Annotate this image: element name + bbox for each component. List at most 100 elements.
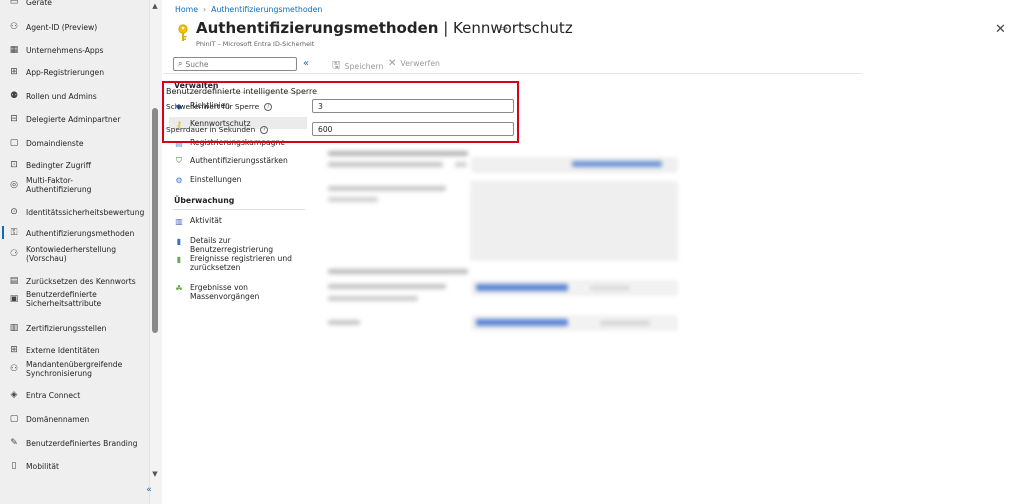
menu-item-shield[interactable]: ⛉ Authentifizierungsstärken xyxy=(169,154,307,166)
events-icon: ▮ xyxy=(176,254,182,264)
nav-item-mobility[interactable]: ▯ Mobilität xyxy=(0,460,150,472)
scroll-up-icon[interactable]: ▲ xyxy=(151,2,159,10)
nav-item-auth-methods[interactable]: ⚿ Authentifizierungsmethoden xyxy=(0,227,150,239)
nav-item-label: App-Registrierungen xyxy=(26,67,105,77)
breadcrumb-home[interactable]: Home xyxy=(175,5,198,14)
nav-item-conditional-access[interactable]: ⊡ Bedingter Zugriff xyxy=(0,159,150,171)
nav-item-label: Benutzerdefiniertes Branding xyxy=(26,438,138,448)
nav-item-password-reset[interactable]: ▤ Zurücksetzen des Kennworts xyxy=(0,275,150,287)
breadcrumb: Home › Authentifizierungsmethoden xyxy=(175,5,322,14)
nav-item-domain-names[interactable]: ▢ Domänennamen xyxy=(0,413,150,425)
toolbar-divider xyxy=(163,73,862,74)
scroll-down-icon[interactable]: ▼ xyxy=(151,470,159,478)
menu-item-label: Ergebnisse von Massenvorgängen xyxy=(190,283,260,301)
menu-item-activity[interactable]: ▥ Aktivität xyxy=(169,214,307,226)
nav-item-label: Delegierte Adminpartner xyxy=(26,114,121,124)
activity-icon: ▥ xyxy=(175,216,183,226)
discard-icon: ✕ xyxy=(388,58,397,69)
menu-item-events[interactable]: ▮ Ereignisse registrieren und zurücksetze… xyxy=(169,252,307,274)
nav-item-label: Geräte xyxy=(26,0,52,7)
info-icon[interactable]: i xyxy=(264,102,273,111)
menu-item-label: Ereignisse registrieren und zurücksetzen xyxy=(190,254,292,272)
menu-section-title: Überwachung xyxy=(174,196,235,205)
discard-button[interactable]: ✕ Verwerfen xyxy=(388,58,440,69)
nav-item-label: Domänennamen xyxy=(26,414,90,424)
page-title: Authentifizierungsmethoden | Kennwortsch… xyxy=(196,19,573,37)
enterprise-apps-icon: ▦ xyxy=(9,45,19,55)
menu-item-label: Authentifizierungsstärken xyxy=(190,156,288,165)
info-icon[interactable]: i xyxy=(260,125,269,134)
lockout-duration-label: Sperrdauer in Sekunden i xyxy=(166,125,269,134)
nav-item-certificate[interactable]: ▥ Zertifizierungsstellen xyxy=(0,322,150,334)
nav-item-label: Mandantenübergreifende Synchronisierung xyxy=(26,360,123,378)
branding-icon: ✎ xyxy=(10,438,18,448)
nav-item-label: Mobilität xyxy=(26,461,59,471)
nav-item-account-recovery[interactable]: ⚆ Kontowiederherstellung (Vorschau) xyxy=(0,245,150,263)
cross-tenant-sync-icon: ⚇ xyxy=(9,364,19,374)
nav-active-indicator xyxy=(2,226,4,239)
menu-section-divider xyxy=(173,209,305,210)
nav-item-mfa[interactable]: ◎ Multi-Faktor- Authentifizierung xyxy=(0,176,150,194)
close-icon[interactable]: ✕ xyxy=(995,22,1006,37)
nav-scrollbar-thumb[interactable] xyxy=(152,108,158,333)
nav-item-label: Entra Connect xyxy=(26,390,81,400)
lockout-threshold-label: Schwellenwert für Sperre i xyxy=(166,102,273,111)
roles-icon: ⚉ xyxy=(9,91,19,101)
nav-item-secure-score[interactable]: ⊙ Identitätssicherheitsbewertung xyxy=(0,206,150,218)
collapse-nav-icon[interactable]: « xyxy=(140,485,158,497)
menu-search-box[interactable]: ⌕ xyxy=(173,57,297,71)
menu-search-input[interactable] xyxy=(185,59,286,69)
menu-item-settings[interactable]: ⚙ Einstellungen xyxy=(169,173,307,185)
nav-item-enterprise-apps[interactable]: ▦ Unternehmens-Apps xyxy=(0,44,150,56)
menu-item-registration-details[interactable]: ▮ Details zur Benutzerregistrierung xyxy=(169,234,307,254)
nav-item-domain-services[interactable]: ▢ Domaindienste xyxy=(0,137,150,149)
nav-item-devices[interactable]: ▭ Geräte xyxy=(0,0,150,8)
nav-item-roles[interactable]: ⚉ Rollen und Admins xyxy=(0,90,150,102)
nav-item-delegated-admin[interactable]: ⊟ Delegierte Adminpartner xyxy=(0,113,150,125)
search-icon: ⌕ xyxy=(178,59,183,68)
nav-item-label: Bedingter Zugriff xyxy=(26,160,91,170)
secure-score-icon: ⊙ xyxy=(10,207,18,217)
registration-details-icon: ▮ xyxy=(176,236,182,246)
nav-item-branding[interactable]: ✎ Benutzerdefiniertes Branding xyxy=(0,437,150,449)
conditional-access-icon: ⊡ xyxy=(10,160,18,170)
lockout-duration-input[interactable] xyxy=(312,122,514,136)
menu-item-label: Einstellungen xyxy=(190,175,242,184)
password-reset-icon: ▤ xyxy=(9,276,19,286)
collapse-menu-icon[interactable]: « xyxy=(303,58,309,69)
more-options-icon[interactable]: ··· xyxy=(518,22,531,33)
nav-item-security-attributes[interactable]: ▣ Benutzerdefinierte Sicherheitsattribute xyxy=(0,290,150,308)
account-recovery-icon: ⚆ xyxy=(9,249,19,259)
external-identities-icon: ⊞ xyxy=(10,345,18,355)
left-navigation: ▭ Geräte ⚇ Agent-ID (Preview) ▦ Unternehmens-… xyxy=(0,0,150,504)
lockout-duration-label-text: Sperrdauer in Sekunden xyxy=(166,125,256,134)
lockout-threshold-label-text: Schwellenwert für Sperre xyxy=(166,102,260,111)
nav-item-agent-id[interactable]: ⚇ Agent-ID (Preview) xyxy=(0,21,150,33)
shield-icon: ⛉ xyxy=(176,156,182,165)
menu-item-bulk-results[interactable]: ☘ Ergebnisse von Massenvorgängen xyxy=(169,281,307,301)
app-registrations-icon: ⊞ xyxy=(10,67,18,77)
security-attributes-icon: ▣ xyxy=(9,294,19,304)
bulk-results-icon: ☘ xyxy=(175,283,183,293)
breadcrumb-auth-methods[interactable]: Authentifizierungsmethoden xyxy=(211,5,322,14)
save-label: Speichern xyxy=(344,62,384,71)
key-icon xyxy=(178,24,188,41)
nav-item-app-registrations[interactable]: ⊞ App-Registrierungen xyxy=(0,66,150,78)
nav-item-cross-tenant-sync[interactable]: ⚇ Mandantenübergreifende Synchronisierung xyxy=(0,360,150,378)
nav-item-entra-connect[interactable]: ◈ Entra Connect xyxy=(0,389,150,401)
nav-item-external-identities[interactable]: ⊞ Externe Identitäten xyxy=(0,344,150,356)
lockout-threshold-input[interactable] xyxy=(312,99,514,113)
settings-icon: ⚙ xyxy=(175,175,183,185)
page-title-separator: | xyxy=(438,19,454,37)
nav-item-label: Zertifizierungsstellen xyxy=(26,323,107,333)
domain-names-icon: ▢ xyxy=(9,414,19,424)
domain-services-icon: ▢ xyxy=(9,138,19,148)
mfa-icon: ◎ xyxy=(10,180,18,190)
pin-icon[interactable]: ✑ xyxy=(500,24,508,35)
nav-item-label: Multi-Faktor- Authentifizierung xyxy=(26,176,92,194)
nav-item-label: Kontowiederherstellung (Vorschau) xyxy=(26,245,117,263)
nav-item-label: Zurücksetzen des Kennworts xyxy=(26,276,136,286)
nav-item-label: Agent-ID (Preview) xyxy=(26,22,98,32)
nav-item-label: Authentifizierungsmethoden xyxy=(26,228,135,238)
nav-item-label: Externe Identitäten xyxy=(26,345,100,355)
